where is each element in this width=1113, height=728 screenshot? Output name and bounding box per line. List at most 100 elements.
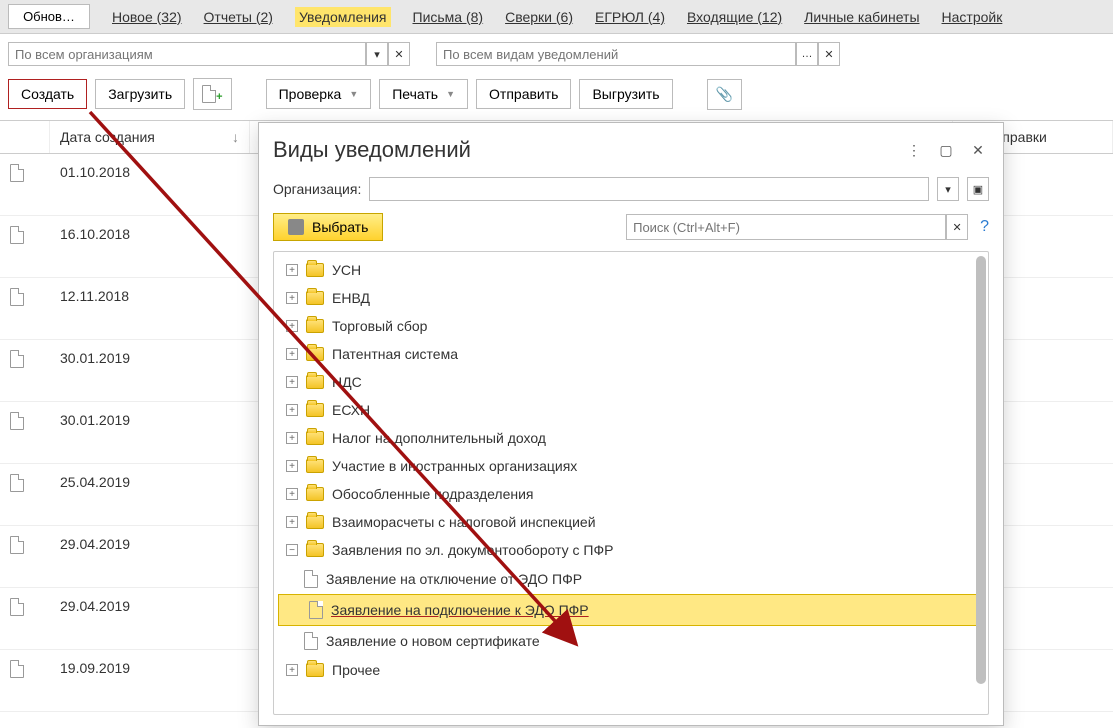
tree-expander[interactable]: [286, 488, 298, 500]
tree-leaf[interactable]: Заявление о новом сертификате: [274, 626, 988, 656]
scrollbar[interactable]: [976, 256, 986, 684]
tree-label: Торговый сбор: [332, 318, 427, 334]
tree-expander[interactable]: [286, 664, 298, 676]
tree-label: Заявление о новом сертификате: [326, 633, 540, 649]
tree-expander[interactable]: [286, 320, 298, 332]
tree-folder[interactable]: Торговый сбор: [274, 312, 988, 340]
org-input-open[interactable]: ▣: [967, 177, 989, 201]
org-filter-dropdown[interactable]: ▾: [366, 42, 388, 66]
folder-icon: [306, 319, 324, 333]
tree-folder[interactable]: Заявления по эл. документообороту с ПФР: [274, 536, 988, 564]
tree-expander[interactable]: [286, 264, 298, 276]
org-filter-input[interactable]: [8, 42, 366, 66]
tree-folder[interactable]: Патентная система: [274, 340, 988, 368]
tree-folder[interactable]: НДС: [274, 368, 988, 396]
tree-leaf[interactable]: Заявление на подключение к ЭДО ПФР: [278, 594, 984, 626]
refresh-button[interactable]: Обнов…: [8, 4, 90, 29]
check-button[interactable]: Проверка▼: [266, 79, 372, 109]
tree-folder[interactable]: Обособленные подразделения: [274, 480, 988, 508]
nav-link-settings[interactable]: Настройк: [942, 9, 1003, 25]
tree-label: Заявление на отключение от ЭДО ПФР: [326, 571, 582, 587]
cell-date: 25.04.2019: [50, 474, 250, 490]
nav-link-letters[interactable]: Письма (8): [413, 9, 484, 25]
org-filter-clear[interactable]: ✕: [388, 42, 410, 66]
tree-label: Заявление на подключение к ЭДО ПФР: [331, 602, 589, 618]
cell-date: 16.10.2018: [50, 226, 250, 242]
sort-arrow-icon: ↓: [232, 129, 239, 145]
nav-link-notifications[interactable]: Уведомления: [295, 7, 391, 27]
attach-button[interactable]: 📎: [707, 79, 742, 110]
folder-icon: [306, 459, 324, 473]
send-button[interactable]: Отправить: [476, 79, 571, 109]
type-filter-more[interactable]: …: [796, 42, 818, 66]
chevron-down-icon: ▼: [446, 89, 455, 99]
chevron-down-icon: ▼: [349, 89, 358, 99]
tree-folder[interactable]: ЕНВД: [274, 284, 988, 312]
tree-search-input[interactable]: [626, 214, 946, 240]
tree-search-clear[interactable]: ✕: [946, 214, 968, 240]
document-icon: [10, 412, 24, 430]
org-input[interactable]: [369, 177, 929, 201]
nav-link-sverki[interactable]: Сверки (6): [505, 9, 573, 25]
tree-label: НДС: [332, 374, 362, 390]
dialog-menu-icon[interactable]: ⋮: [905, 141, 923, 159]
document-icon: [10, 288, 24, 306]
document-icon: [304, 570, 318, 588]
folder-icon: [306, 515, 324, 529]
col-date-header[interactable]: Дата создания ↓: [50, 121, 250, 153]
folder-icon: [306, 543, 324, 557]
tree-label: Заявления по эл. документообороту с ПФР: [332, 542, 613, 558]
type-filter-input[interactable]: [436, 42, 796, 66]
tree-expander[interactable]: [286, 460, 298, 472]
folder-icon: [306, 347, 324, 361]
plus-icon: +: [216, 91, 222, 103]
nav-link-new[interactable]: Новое (32): [112, 9, 182, 25]
print-button[interactable]: Печать▼: [379, 79, 468, 109]
tree-expander[interactable]: [286, 376, 298, 388]
nav-link-reports[interactable]: Отчеты (2): [204, 9, 273, 25]
folder-icon: [306, 663, 324, 677]
document-icon: [10, 474, 24, 492]
dialog-close-icon[interactable]: ✕: [969, 141, 987, 159]
org-input-dropdown[interactable]: ▾: [937, 177, 959, 201]
tree-expander[interactable]: [286, 516, 298, 528]
choose-button[interactable]: Выбрать: [273, 213, 383, 241]
tree-expander[interactable]: [286, 348, 298, 360]
tree-expander[interactable]: [286, 292, 298, 304]
tree-folder[interactable]: Налог на дополнительный доход: [274, 424, 988, 452]
help-icon[interactable]: ?: [980, 218, 989, 236]
dialog-title: Виды уведомлений: [273, 137, 471, 163]
tree-folder[interactable]: Участие в иностранных организациях: [274, 452, 988, 480]
cell-date: 30.01.2019: [50, 412, 250, 428]
tree-folder[interactable]: Взаиморасчеты с налоговой инспекцией: [274, 508, 988, 536]
tree-folder[interactable]: Прочее: [274, 656, 988, 684]
tree-folder[interactable]: ЕСХН: [274, 396, 988, 424]
tree-expander[interactable]: [286, 544, 298, 556]
cell-date: 29.04.2019: [50, 598, 250, 614]
tree-label: Патентная система: [332, 346, 458, 362]
load-button[interactable]: Загрузить: [95, 79, 185, 109]
nav-link-cabinets[interactable]: Личные кабинеты: [804, 9, 919, 25]
document-icon: [10, 536, 24, 554]
type-filter-clear[interactable]: ✕: [818, 42, 840, 66]
cell-date: 30.01.2019: [50, 350, 250, 366]
export-button[interactable]: Выгрузить: [579, 79, 672, 109]
tree-folder[interactable]: УСН: [274, 256, 988, 284]
tree-leaf[interactable]: Заявление на отключение от ЭДО ПФР: [274, 564, 988, 594]
create-button[interactable]: Создать: [8, 79, 87, 109]
document-icon: [304, 632, 318, 650]
notification-types-dialog: Виды уведомлений ⋮ ▢ ✕ Организация: ▾ ▣ …: [258, 122, 1004, 726]
tree-label: Обособленные подразделения: [332, 486, 534, 502]
tree-label: Участие в иностранных организациях: [332, 458, 577, 474]
document-icon: [10, 660, 24, 678]
choose-icon: [288, 219, 304, 235]
tree-expander[interactable]: [286, 404, 298, 416]
nav-link-egrul[interactable]: ЕГРЮЛ (4): [595, 9, 665, 25]
folder-icon: [306, 263, 324, 277]
nav-link-incoming[interactable]: Входящие (12): [687, 9, 782, 25]
add-doc-button[interactable]: +: [193, 78, 231, 110]
folder-icon: [306, 403, 324, 417]
dialog-maximize-icon[interactable]: ▢: [937, 141, 955, 159]
tree-expander[interactable]: [286, 432, 298, 444]
folder-icon: [306, 431, 324, 445]
